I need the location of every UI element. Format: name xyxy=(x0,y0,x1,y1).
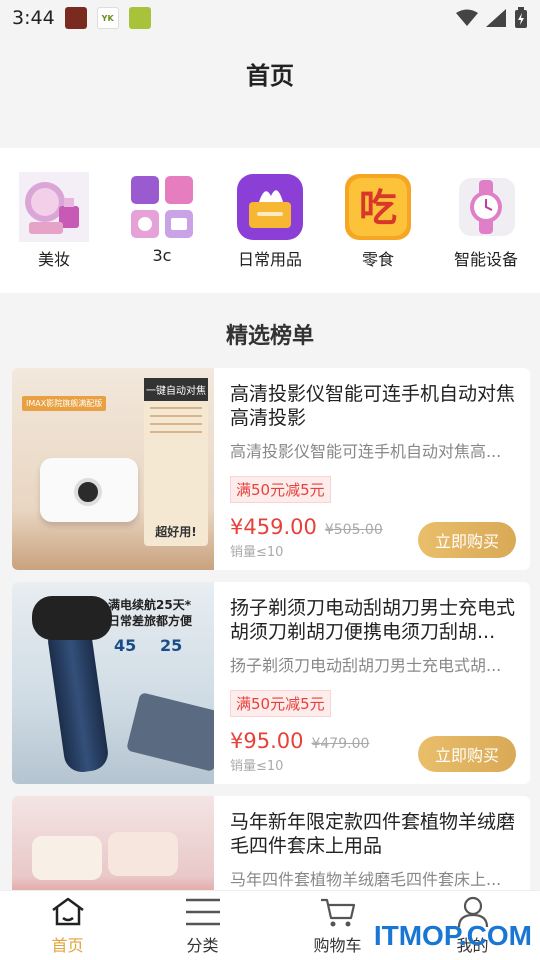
tab-label: 购物车 xyxy=(313,935,362,955)
product-card[interactable]: 满电续航25天* 日常差旅都方便 45 25 扬子剃须刀电动刮胡刀男士充电式胡须… xyxy=(12,582,530,784)
image-headline: 满电续航25天* xyxy=(108,598,191,612)
category-label: 3c xyxy=(152,246,172,265)
product-desc: 高清投影仪智能可连手机自动对焦高... xyxy=(230,442,502,461)
page-header: 首页 xyxy=(0,36,540,110)
category-label: 日常用品 xyxy=(237,250,302,269)
price: ¥459.00 xyxy=(230,515,317,539)
status-time: 3:44 xyxy=(12,7,55,29)
original-price: ¥505.00 xyxy=(324,522,383,538)
tab-home[interactable]: 首页 xyxy=(0,891,135,960)
tissue-box-icon xyxy=(235,172,305,242)
watermark: ITMOP.COM xyxy=(373,920,532,951)
category-item-snacks[interactable]: 吃 零食 xyxy=(333,172,423,270)
image-badge: IMAX影院旗舰满配版 xyxy=(22,396,107,411)
category-label: 零食 xyxy=(361,250,394,269)
snack-icon: 吃 xyxy=(343,172,413,242)
product-info: 马年新年限定款四件套植物羊绒磨毛四件套床上用品 马年四件套植物羊绒磨毛四件套床上… xyxy=(214,796,530,890)
product-image-shaver: 满电续航25天* 日常差旅都方便 45 25 xyxy=(12,582,214,784)
pillow xyxy=(108,832,178,876)
image-stat: 45 xyxy=(114,636,137,655)
image-subline: 日常差旅都方便 xyxy=(108,614,193,628)
image-stat: 25 xyxy=(160,636,183,655)
product-list[interactable]: IMAX影院旗舰满配版 一键自动对焦 超好用! 高清投影仪智能可连手机自动对焦高… xyxy=(12,368,530,890)
category-item-smart[interactable]: 智能设备 xyxy=(441,172,531,270)
category-item-makeup[interactable]: 美妆 xyxy=(9,172,99,270)
product-info: 高清投影仪智能可连手机自动对焦高清投影 高清投影仪智能可连手机自动对焦高... … xyxy=(214,368,530,570)
image-side-title: 一键自动对焦 xyxy=(144,378,208,401)
category-item-daily[interactable]: 日常用品 xyxy=(225,172,315,270)
tab-label: 首页 xyxy=(51,935,84,955)
projector-lens xyxy=(74,478,102,506)
notification-app-icon: YK xyxy=(96,7,119,29)
category-bar: 美妆 3c 日常用品 吃 零食 智能设备 xyxy=(0,148,540,293)
pillow xyxy=(32,836,102,880)
shaver-body xyxy=(45,619,111,775)
tab-category[interactable]: 分类 xyxy=(135,891,270,960)
svg-text:吃: 吃 xyxy=(359,186,397,230)
cart-icon xyxy=(320,898,355,926)
notification-app-icon xyxy=(64,7,87,29)
menu-icon xyxy=(185,898,220,925)
status-bar: 3:44 YK xyxy=(0,0,540,36)
signal-icon xyxy=(486,9,506,27)
product-desc: 马年四件套植物羊绒磨毛四件套床上... xyxy=(230,870,502,889)
price: ¥95.00 xyxy=(230,729,304,753)
appliances-icon xyxy=(127,172,197,242)
product-name[interactable]: 高清投影仪智能可连手机自动对焦高清投影 xyxy=(230,382,516,430)
smartwatch-icon xyxy=(451,172,521,242)
buy-now-button[interactable]: 立即购买 xyxy=(418,736,516,772)
product-name[interactable]: 马年新年限定款四件套植物羊绒磨毛四件套床上用品 xyxy=(230,810,516,858)
product-name[interactable]: 扬子剃须刀电动刮胡刀男士充电式胡须刀剃胡刀便携电须刀刮胡... xyxy=(230,596,516,644)
tab-label: 分类 xyxy=(186,935,219,955)
wifi-icon xyxy=(456,9,478,26)
page-title: 首页 xyxy=(246,61,294,90)
makeup-icon xyxy=(19,172,89,242)
category-label: 美妆 xyxy=(37,250,70,269)
promo-tag: 满50元减5元 xyxy=(230,690,331,717)
section-title: 精选榜单 xyxy=(225,324,314,349)
battery-icon xyxy=(515,7,527,28)
notification-app-icon xyxy=(128,7,151,29)
product-image-bedding xyxy=(12,796,214,890)
product-info: 扬子剃须刀电动刮胡刀男士充电式胡须刀剃胡刀便携电须刀刮胡... 扬子剃须刀电动刮… xyxy=(214,582,530,784)
buy-now-button[interactable]: 立即购买 xyxy=(418,522,516,558)
product-image-projector: IMAX影院旗舰满配版 一键自动对焦 超好用! xyxy=(12,368,214,570)
product-desc: 扬子剃须刀电动刮胡刀男士充电式胡... xyxy=(230,656,502,675)
phone-prop xyxy=(126,692,214,772)
category-item-3c[interactable]: 3c xyxy=(117,172,207,265)
product-card[interactable]: IMAX影院旗舰满配版 一键自动对焦 超好用! 高清投影仪智能可连手机自动对焦高… xyxy=(12,368,530,570)
category-label: 智能设备 xyxy=(453,250,518,269)
promo-tag: 满50元减5元 xyxy=(230,476,331,503)
home-icon xyxy=(51,897,84,925)
original-price: ¥479.00 xyxy=(311,736,370,752)
image-side-footer: 超好用! xyxy=(155,525,197,539)
product-card[interactable]: 马年新年限定款四件套植物羊绒磨毛四件套床上用品 马年四件套植物羊绒磨毛四件套床上… xyxy=(12,796,530,890)
image-side-panel: 一键自动对焦 超好用! xyxy=(144,378,208,546)
shaver-head xyxy=(32,596,112,640)
